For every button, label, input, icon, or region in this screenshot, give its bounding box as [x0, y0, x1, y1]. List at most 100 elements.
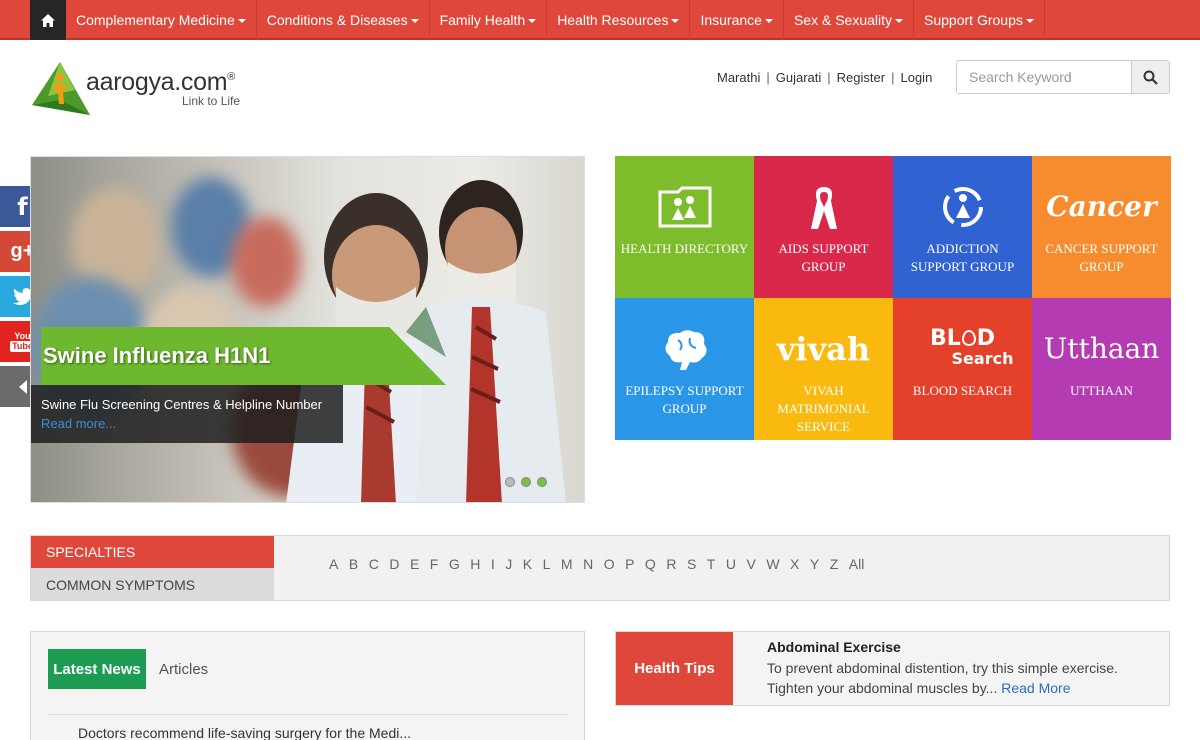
top-links: Marathi | Gujarati | Register | Login [717, 70, 933, 85]
slider-dot-active[interactable] [521, 477, 531, 487]
letter-link[interactable]: Z [830, 556, 839, 572]
caret-down-icon [237, 19, 246, 23]
nav-label: Family Health [439, 12, 526, 28]
link-marathi[interactable]: Marathi [717, 70, 760, 85]
tile-label: BLOOD SEARCH [912, 383, 1013, 398]
tab-common-symptoms[interactable]: COMMON SYMPTOMS [31, 568, 274, 601]
hero-slider[interactable]: Swine Influenza H1N1 Swine Flu Screening… [30, 156, 585, 503]
link-login[interactable]: Login [900, 70, 932, 85]
letter-link[interactable]: W [766, 556, 779, 572]
top-navigation: Complementary Medicine Conditions & Dise… [0, 0, 1200, 40]
letter-link[interactable]: F [430, 556, 439, 572]
addiction-icon [942, 187, 983, 227]
letter-link-all[interactable]: All [849, 556, 865, 572]
alphabet-index: A B C D E F G H I J K L M N O P Q R S T … [329, 556, 875, 572]
letter-link[interactable]: R [666, 556, 676, 572]
specialties-box: SPECIALTIES COMMON SYMPTOMS A B C D E F … [30, 535, 1170, 601]
link-gujarati[interactable]: Gujarati [776, 70, 822, 85]
health-tips-panel: Health Tips Abdominal Exercise To preven… [615, 631, 1170, 706]
tile-addiction-support[interactable]: ADDICTION SUPPORT GROUP [893, 156, 1032, 298]
search-box [956, 60, 1170, 94]
tile-utthaan[interactable]: Utthaan UTTHAAN [1032, 298, 1171, 440]
tile-label: HEALTH DIRECTORY [620, 241, 749, 256]
tile-epilepsy-support[interactable]: EPILEPSY SUPPORT GROUP [615, 298, 754, 440]
tile-label: ADDICTION SUPPORT GROUP [910, 241, 1015, 274]
nav-label: Sex & Sexuality [793, 12, 893, 28]
nav-family-health[interactable]: Family Health [430, 0, 548, 40]
letter-link[interactable]: C [369, 556, 379, 572]
health-tips-label: Health Tips [616, 632, 733, 705]
home-button[interactable] [30, 0, 66, 40]
letter-link[interactable]: T [707, 556, 716, 572]
nav-health-resources[interactable]: Health Resources [547, 0, 691, 40]
folder-people-icon [658, 186, 711, 228]
support-tiles: HEALTH DIRECTORY AIDS SUPPORT GROUP ADDI… [615, 156, 1171, 440]
nav-label: Health Resources [557, 12, 669, 28]
letter-link[interactable]: P [625, 556, 634, 572]
tile-label: VIVAH MATRIMONIAL SERVICE [777, 383, 870, 434]
caret-down-icon [410, 19, 419, 23]
slider-dots [505, 477, 547, 487]
search-icon [1143, 70, 1158, 85]
caret-down-icon [528, 19, 537, 23]
youtube-icon-top: You [14, 330, 31, 341]
letter-link[interactable]: K [523, 556, 532, 572]
tile-vivah-matrimonial[interactable]: vivah VIVAH MATRIMONIAL SERVICE [754, 298, 893, 440]
divider [48, 714, 568, 715]
tab-specialties[interactable]: SPECIALTIES [31, 536, 274, 568]
nav-complementary-medicine[interactable]: Complementary Medicine [66, 0, 257, 40]
letter-link[interactable]: Y [810, 556, 819, 572]
slider-dot[interactable] [537, 477, 547, 487]
slide-read-more-link[interactable]: Read more... [41, 416, 116, 431]
tab-latest-news[interactable]: Latest News [48, 649, 146, 689]
caret-down-icon [764, 19, 773, 23]
tile-health-directory[interactable]: HEALTH DIRECTORY [615, 156, 754, 298]
tip-text: To prevent abdominal distention, try thi… [767, 660, 1118, 696]
logo-name: aarogya.com® [86, 68, 236, 96]
tab-articles[interactable]: Articles [159, 661, 208, 678]
letter-link[interactable]: S [687, 556, 696, 572]
letter-link[interactable]: L [543, 556, 551, 572]
letter-link[interactable]: Q [645, 556, 656, 572]
tile-label: AIDS SUPPORT GROUP [778, 241, 869, 274]
nav-sex-sexuality[interactable]: Sex & Sexuality [784, 0, 915, 40]
letter-link[interactable]: O [604, 556, 615, 572]
caret-down-icon [1025, 19, 1034, 23]
letter-link[interactable]: J [505, 556, 512, 572]
nav-label: Complementary Medicine [76, 12, 235, 28]
letter-link[interactable]: V [746, 556, 755, 572]
letter-link[interactable]: H [470, 556, 480, 572]
nav-conditions-diseases[interactable]: Conditions & Diseases [257, 0, 430, 40]
home-icon [41, 13, 55, 27]
aarogya-logo-icon [32, 62, 90, 115]
letter-link[interactable]: G [449, 556, 460, 572]
tip-title[interactable]: Abdominal Exercise [767, 639, 901, 655]
slide-caption: Swine Flu Screening Centres & Helpline N… [31, 385, 343, 443]
news-item-link[interactable]: Doctors recommend life-saving surgery fo… [78, 725, 411, 740]
nav-support-groups[interactable]: Support Groups [914, 0, 1045, 40]
chevron-left-icon [18, 379, 27, 394]
tile-label: UTTHAAN [1070, 383, 1133, 398]
cancer-logo-icon: Cancer [1046, 190, 1157, 223]
letter-link[interactable]: U [726, 556, 736, 572]
letter-link[interactable]: N [583, 556, 593, 572]
letter-link[interactable]: B [349, 556, 358, 572]
tile-blood-search[interactable]: BL D Search BLOOD SEARCH [893, 298, 1032, 440]
search-button[interactable] [1131, 61, 1169, 93]
letter-link[interactable]: A [329, 556, 338, 572]
facebook-icon: f [17, 192, 28, 221]
letter-link[interactable]: X [790, 556, 799, 572]
letter-link[interactable]: M [561, 556, 573, 572]
nav-insurance[interactable]: Insurance [690, 0, 784, 40]
search-input[interactable] [957, 61, 1131, 93]
link-register[interactable]: Register [837, 70, 885, 85]
utthaan-logo-icon: Utthaan [1043, 332, 1160, 365]
tile-aids-support[interactable]: AIDS SUPPORT GROUP [754, 156, 893, 298]
site-logo[interactable]: aarogya.com® Link to Life [30, 60, 270, 122]
tip-read-more-link[interactable]: Read More [1001, 680, 1070, 696]
letter-link[interactable]: I [491, 556, 495, 572]
slider-dot[interactable] [505, 477, 515, 487]
letter-link[interactable]: E [410, 556, 419, 572]
letter-link[interactable]: D [389, 556, 399, 572]
tile-cancer-support[interactable]: Cancer CANCER SUPPORT GROUP [1032, 156, 1171, 298]
